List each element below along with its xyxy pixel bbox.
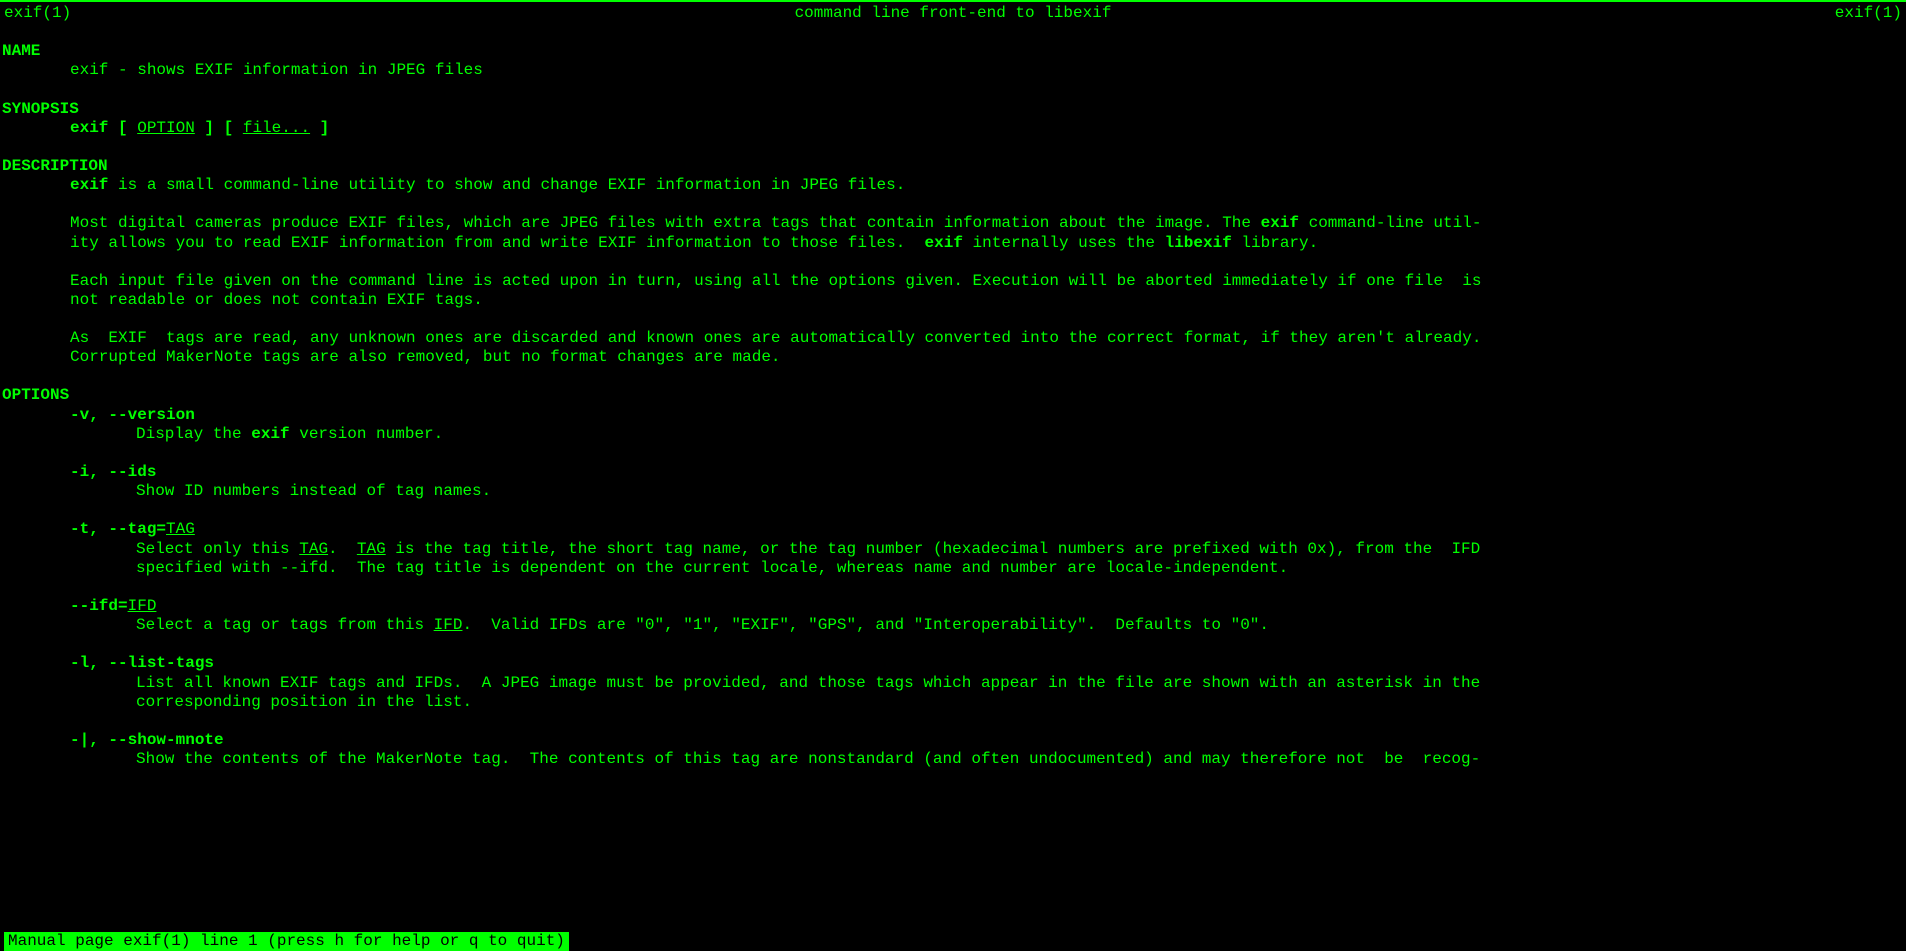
opt-list-tags-flag: -l, --list-tags (0, 654, 1906, 673)
opt-ifd-desc: Select a tag or tags from this IFD. Vali… (0, 616, 1906, 635)
synopsis-line: exif [ OPTION ] [ file... ] (0, 119, 1906, 138)
opt-tag-desc-l1: Select only this TAG. TAG is the tag tit… (0, 540, 1906, 559)
desc-p4-l1: As EXIF tags are read, any unknown ones … (0, 329, 1906, 348)
opt-show-mnote-desc: Show the contents of the MakerNote tag. … (0, 750, 1906, 769)
opt-list-tags-desc-l2: corresponding position in the list. (0, 693, 1906, 712)
pager-status-line: Manual page exif(1) line 1 (press h for … (4, 932, 569, 951)
name-text: exif - shows EXIF information in JPEG fi… (0, 61, 1906, 80)
desc-p1: exif is a small command-line utility to … (0, 176, 1906, 195)
opt-list-tags-desc-l1: List all known EXIF tags and IFDs. A JPE… (0, 674, 1906, 693)
desc-p4-l2: Corrupted MakerNote tags are also remove… (0, 348, 1906, 367)
opt-ids-desc: Show ID numbers instead of tag names. (0, 482, 1906, 501)
opt-tag-desc-l2: specified with --ifd. The tag title is d… (0, 559, 1906, 578)
section-synopsis-title: SYNOPSIS (0, 100, 1906, 119)
section-options-title: OPTIONS (0, 386, 1906, 405)
opt-version-flag: -v, --version (0, 406, 1906, 425)
desc-p2-l2: ity allows you to read EXIF information … (0, 234, 1906, 253)
opt-version-desc: Display the exif version number. (0, 425, 1906, 444)
section-description-title: DESCRIPTION (0, 157, 1906, 176)
opt-show-mnote-flag: -|, --show-mnote (0, 731, 1906, 750)
man-page-header: exif(1) command line front-end to libexi… (0, 4, 1906, 23)
section-name-title: NAME (0, 42, 1906, 61)
opt-ifd-flag: --ifd=IFD (0, 597, 1906, 616)
desc-p2-l1: Most digital cameras produce EXIF files,… (0, 214, 1906, 233)
header-left: exif(1) (4, 4, 71, 23)
man-page-viewer[interactable]: exif(1) command line front-end to libexi… (0, 4, 1906, 951)
desc-p3-l2: not readable or does not contain EXIF ta… (0, 291, 1906, 310)
header-center: command line front-end to libexif (795, 4, 1112, 23)
opt-ids-flag: -i, --ids (0, 463, 1906, 482)
opt-tag-flag: -t, --tag=TAG (0, 520, 1906, 539)
desc-p3-l1: Each input file given on the command lin… (0, 272, 1906, 291)
header-right: exif(1) (1835, 4, 1902, 23)
